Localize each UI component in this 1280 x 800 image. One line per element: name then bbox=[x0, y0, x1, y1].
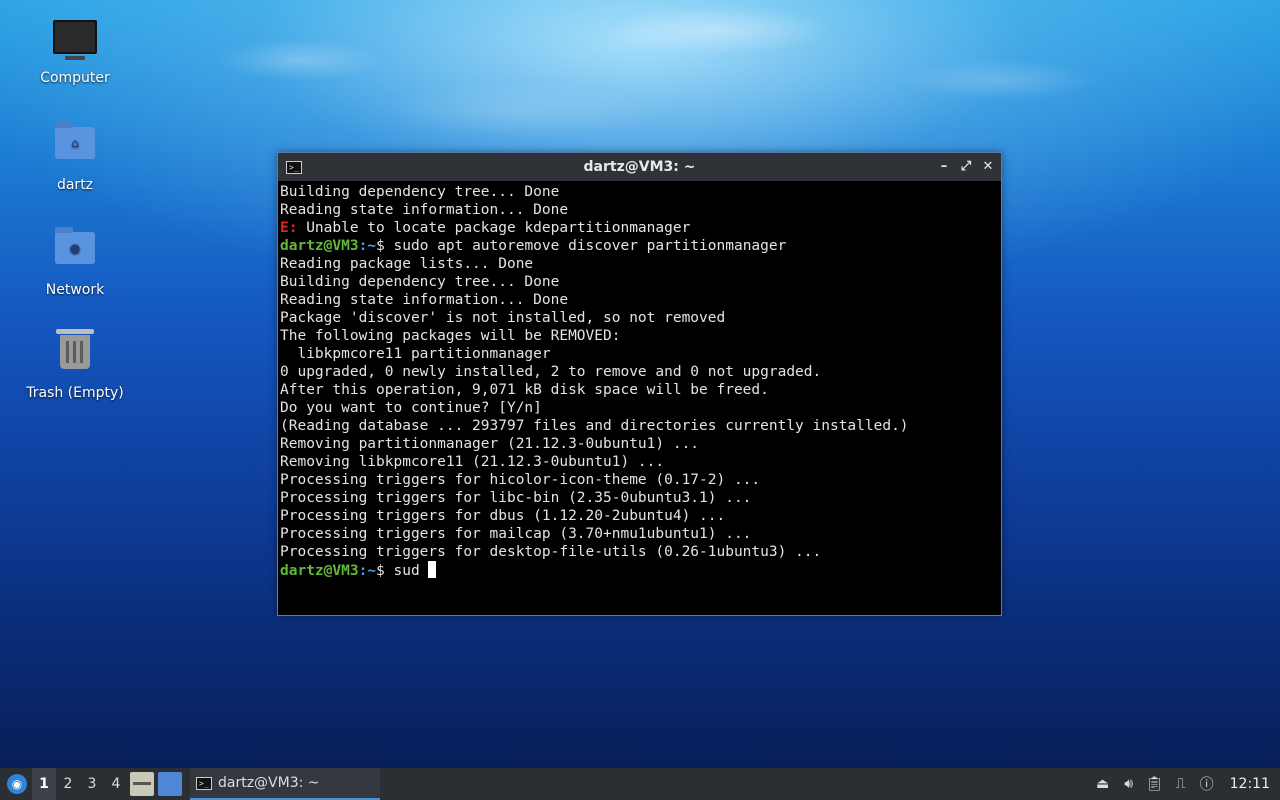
desktop-icon-label: Network bbox=[45, 282, 105, 298]
file-manager-launcher-icon[interactable] bbox=[130, 772, 154, 796]
system-tray: ⏏ 🔊︎ 📋︎ ⎍ ⓘ 12:11 bbox=[1090, 768, 1280, 800]
terminal-error-line: E: Unable to locate package kdepartition… bbox=[280, 220, 691, 236]
eject-icon[interactable]: ⏏ bbox=[1092, 768, 1114, 800]
terminal-line: Removing partitionmanager (21.12.3-0ubun… bbox=[280, 436, 700, 452]
terminal-line: Do you want to continue? [Y/n] bbox=[280, 400, 542, 416]
workspace-1[interactable]: 1 bbox=[32, 768, 56, 800]
terminal-task-icon: >_ bbox=[196, 776, 212, 790]
error-tag: E: bbox=[280, 220, 298, 236]
terminal-line: Processing triggers for desktop-file-uti… bbox=[280, 544, 822, 560]
terminal-line: Processing triggers for mailcap (3.70+nm… bbox=[280, 526, 752, 542]
terminal-line: Processing triggers for dbus (1.12.20-2u… bbox=[280, 508, 726, 524]
computer-icon bbox=[53, 20, 97, 64]
terminal-line: Building dependency tree... Done bbox=[280, 274, 560, 290]
desktop-icon-label: dartz bbox=[56, 177, 94, 193]
terminal-line: (Reading database ... 293797 files and d… bbox=[280, 418, 909, 434]
taskbar: ◉ 1 2 3 4 >_ dartz@VM3: ~ ⏏ 🔊︎ 📋︎ ⎍ ⓘ 12… bbox=[0, 768, 1280, 800]
window-titlebar[interactable]: >_ dartz@VM3: ~ – ⤢ ✕ bbox=[278, 153, 1001, 181]
prompt-path: :~ bbox=[358, 563, 377, 579]
taskbar-task-terminal[interactable]: >_ dartz@VM3: ~ bbox=[190, 768, 380, 800]
minimize-button[interactable]: – bbox=[937, 160, 951, 174]
workspace-3[interactable]: 3 bbox=[80, 768, 104, 800]
maximize-button[interactable]: ⤢ bbox=[959, 160, 973, 174]
terminal-window[interactable]: >_ dartz@VM3: ~ – ⤢ ✕ Building dependenc… bbox=[277, 152, 1002, 616]
terminal-line: After this operation, 9,071 kB disk spac… bbox=[280, 382, 769, 398]
desktop-icon-computer[interactable]: Computer bbox=[20, 16, 130, 86]
prompt-path: :~ bbox=[358, 238, 377, 254]
volume-icon[interactable]: 🔊︎ bbox=[1118, 768, 1140, 800]
prompt-user: dartz@VM3 bbox=[280, 563, 359, 579]
workspace-2[interactable]: 2 bbox=[56, 768, 80, 800]
terminal-line: Reading state information... Done bbox=[280, 202, 569, 218]
network-folder-icon: ● bbox=[53, 227, 97, 276]
terminal-line: Processing triggers for hicolor-icon-the… bbox=[280, 472, 761, 488]
clipboard-icon[interactable]: 📋︎ bbox=[1144, 768, 1166, 800]
prompt-user: dartz@VM3 bbox=[280, 238, 359, 254]
terminal-output[interactable]: Building dependency tree... Done Reading … bbox=[278, 181, 1001, 581]
desktop-icon-network[interactable]: ● Network bbox=[20, 226, 130, 298]
home-folder-icon: ⌂ bbox=[53, 122, 97, 171]
desktop-icon-trash[interactable]: Trash (Empty) bbox=[20, 329, 130, 401]
workspace-4[interactable]: 4 bbox=[104, 768, 128, 800]
start-menu-button[interactable]: ◉ bbox=[2, 768, 32, 800]
terminal-line: libkpmcore11 partitionmanager bbox=[280, 346, 551, 362]
terminal-line: Reading state information... Done bbox=[280, 292, 569, 308]
terminal-line: Building dependency tree... Done bbox=[280, 184, 560, 200]
terminal-line: Processing triggers for libc-bin (2.35-0… bbox=[280, 490, 752, 506]
terminal-line: Package 'discover' is not installed, so … bbox=[280, 310, 726, 326]
terminal-line: 0 upgraded, 0 newly installed, 2 to remo… bbox=[280, 364, 822, 380]
close-button[interactable]: ✕ bbox=[981, 160, 995, 174]
trash-icon bbox=[53, 329, 97, 379]
terminal-prompt-line: dartz@VM3:~$ sud bbox=[280, 561, 999, 579]
show-desktop-icon[interactable] bbox=[158, 772, 182, 796]
network-connection-icon[interactable]: ⎍ bbox=[1170, 768, 1192, 800]
lubuntu-logo-icon: ◉ bbox=[7, 774, 27, 794]
terminal-line: The following packages will be REMOVED: bbox=[280, 328, 621, 344]
window-title: dartz@VM3: ~ bbox=[583, 159, 696, 175]
desktop-icon-label: Computer bbox=[40, 70, 110, 86]
task-label: dartz@VM3: ~ bbox=[218, 775, 320, 791]
terminal-prompt-line: dartz@VM3:~$ sudo apt autoremove discove… bbox=[280, 238, 787, 254]
terminal-line: Removing libkpmcore11 (21.12.3-0ubuntu1)… bbox=[280, 454, 665, 470]
text-cursor bbox=[428, 561, 437, 578]
desktop-icon-label: Trash (Empty) bbox=[26, 385, 124, 401]
update-notifier-icon[interactable]: ⓘ bbox=[1196, 768, 1218, 800]
terminal-line: Reading package lists... Done bbox=[280, 256, 534, 272]
desktop-icon-dartz[interactable]: ⌂ dartz bbox=[20, 121, 130, 193]
clock[interactable]: 12:11 bbox=[1230, 776, 1270, 792]
